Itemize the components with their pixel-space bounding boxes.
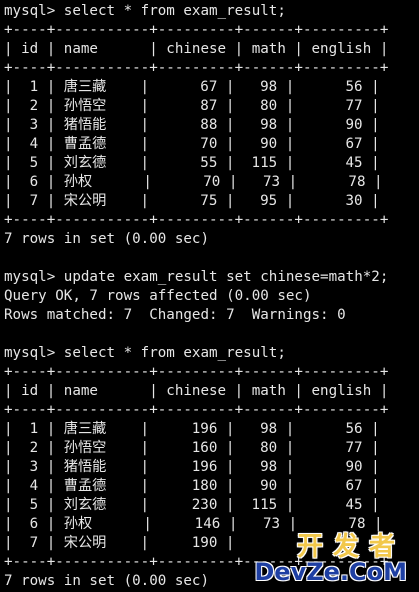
table-row: | 2 | 孙悟空 | 160 | 80 | 77 | <box>4 440 380 456</box>
rows-matched-info: Rows matched: 7 Changed: 7 Warnings: 0 <box>4 307 346 323</box>
table-row: | 4 | 曹孟德 | 180 | 90 | 67 | <box>4 478 380 494</box>
command-line: mysql> select * from exam_result; <box>4 3 286 19</box>
command-line: mysql> select * from exam_result; <box>4 345 286 361</box>
table-row: | 6 | 孙权 | 146 | 73 | 78 | <box>4 516 383 532</box>
table-border: +----+-----------+---------+------+-----… <box>4 22 389 38</box>
table-row: | 7 | 宋公明 | 190 | <box>4 535 235 551</box>
command-line: mysql> update exam_result set chinese=ma… <box>4 269 389 285</box>
table-border: +----+-----------+---------+------+-----… <box>4 60 389 76</box>
table-row: | 1 | 唐三藏 | 67 | 98 | 56 | <box>4 79 380 95</box>
table-header: | id | name | chinese | math | english | <box>4 383 389 399</box>
result-summary: 7 rows in set (0.00 sec) <box>4 231 209 247</box>
result-table: +----+-----------+---------+------+-----… <box>4 363 419 572</box>
table-header: | id | name | chinese | math | english | <box>4 41 389 57</box>
table-border: +----+-----------+---------+------+-----… <box>4 554 389 570</box>
table-border: +----+-----------+---------+------+-----… <box>4 402 389 418</box>
result-summary: 7 rows in set (0.00 sec) <box>4 573 209 589</box>
terminal-output[interactable]: mysql> select * from exam_result; +----+… <box>4 2 419 591</box>
table-row: | 3 | 猪悟能 | 196 | 98 | 90 | <box>4 459 380 475</box>
table-row: | 3 | 猪悟能 | 88 | 98 | 90 | <box>4 117 380 133</box>
result-table: +----+-----------+---------+------+-----… <box>4 21 419 230</box>
table-row: | 1 | 唐三藏 | 196 | 98 | 56 | <box>4 421 380 437</box>
table-row: | 6 | 孙权 | 70 | 73 | 78 | <box>4 174 383 190</box>
table-row: | 5 | 刘玄德 | 230 | 115 | 45 | <box>4 497 380 513</box>
table-row: | 5 | 刘玄德 | 55 | 115 | 45 | <box>4 155 380 171</box>
table-row: | 2 | 孙悟空 | 87 | 80 | 77 | <box>4 98 380 114</box>
table-row: | 7 | 宋公明 | 75 | 95 | 30 | <box>4 193 380 209</box>
table-border: +----+-----------+---------+------+-----… <box>4 212 389 228</box>
table-row: | 4 | 曹孟德 | 70 | 90 | 67 | <box>4 136 380 152</box>
table-border: +----+-----------+---------+------+-----… <box>4 364 389 380</box>
query-ok-message: Query OK, 7 rows affected (0.00 sec) <box>4 288 312 304</box>
